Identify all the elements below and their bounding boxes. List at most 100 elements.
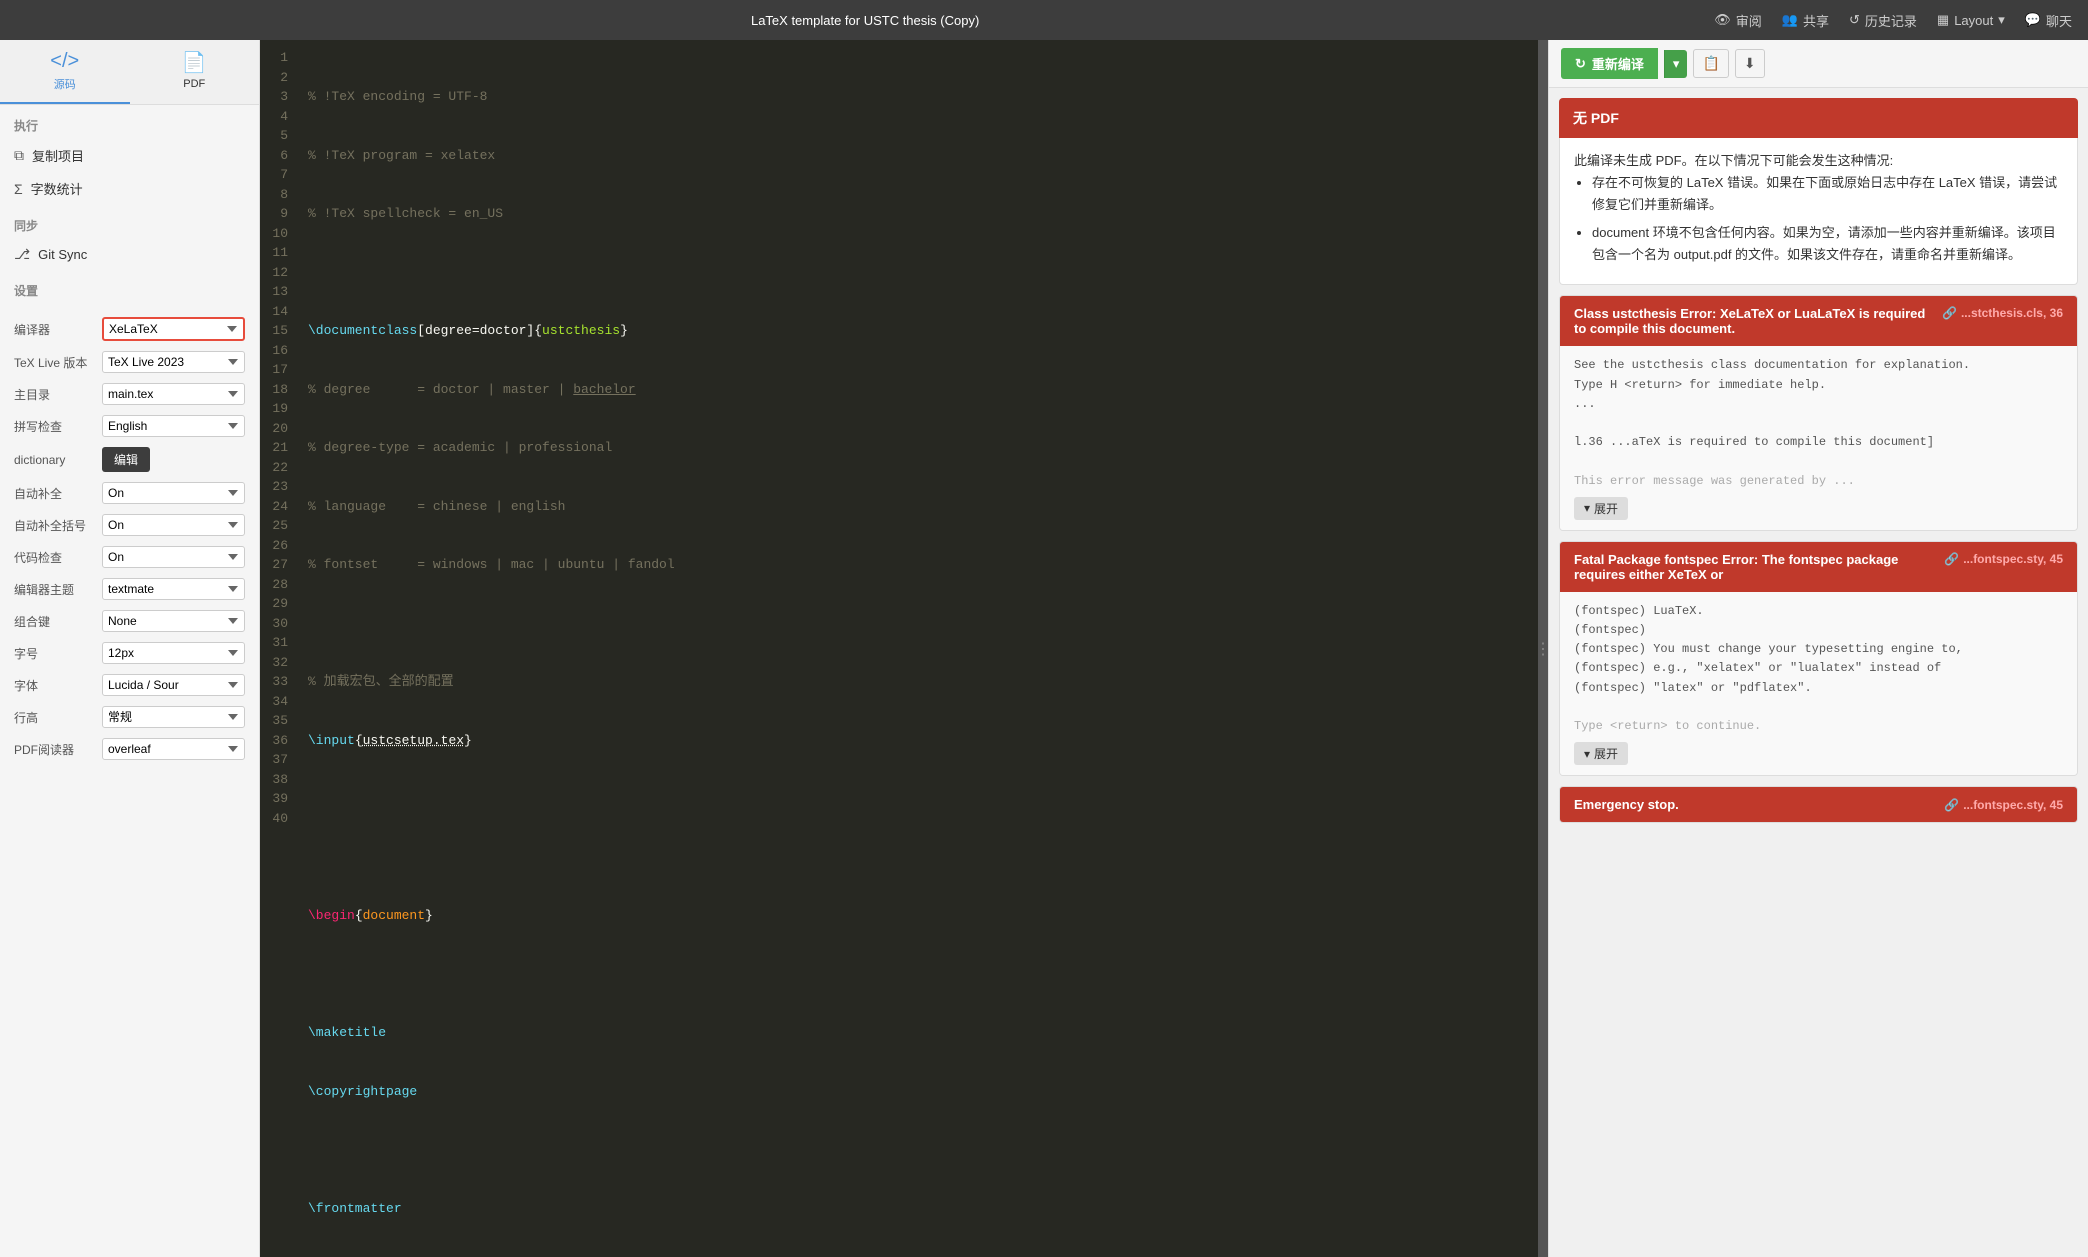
topbar-history[interactable]: ↺ 历史记录	[1849, 11, 1917, 30]
layout-label: Layout	[1954, 13, 1993, 28]
code-container: 1 2 3 4 5 6 7 8 9 10 11 12 13 14 15 16 1	[260, 40, 1538, 1257]
chevron-down-icon-2: ▾	[1584, 747, 1590, 761]
compile-button-label: 重新编译	[1592, 54, 1644, 73]
keybindings-label: 组合键	[14, 613, 94, 630]
sidebar-tab-pdf[interactable]: 📄 PDF	[130, 40, 260, 104]
texlive-select[interactable]: TeX Live 2023 TeX Live 2022	[102, 351, 245, 373]
error-body-line-5: l.36 ...aTeX is required to compile this…	[1574, 433, 2063, 452]
topbar-layout[interactable]: ▦ Layout ▾	[1937, 12, 2005, 28]
code-line-4	[308, 263, 1530, 283]
settings-row-spell: 拼写检查 English Off	[0, 410, 259, 442]
lineheight-select[interactable]: 常规 紧凑 宽松	[102, 706, 245, 728]
no-pdf-bullets: 存在不可恢复的 LaTeX 错误。如果在下面或原始日志中存在 LaTeX 错误，…	[1574, 172, 2063, 266]
line-numbers: 1 2 3 4 5 6 7 8 9 10 11 12 13 14 15 16 1	[260, 48, 300, 1257]
settings-row-keybindings: 组合键 None Vim Emacs	[0, 605, 259, 637]
history-icon: ↺	[1849, 12, 1860, 28]
document-icon-button[interactable]: 📋	[1693, 49, 1728, 78]
review-label: 审阅	[1736, 11, 1762, 30]
main-layout: </> 源码 📄 PDF 执行 ⧉ 复制项目 Σ 字数统计 同步 ⎇ Git S…	[0, 40, 2088, 1257]
error-body-line-1: See the ustcthesis class documentation f…	[1574, 356, 2063, 375]
settings-row-lineheight: 行高 常规 紧凑 宽松	[0, 701, 259, 733]
git-icon: ⎇	[14, 246, 30, 263]
copy-project-item[interactable]: ⧉ 复制项目	[0, 139, 259, 172]
autocomplete-brackets-select[interactable]: On Off	[102, 514, 245, 536]
keybindings-select[interactable]: None Vim Emacs	[102, 610, 245, 632]
code-line-18: \copyrightpage	[308, 1082, 1530, 1102]
fontsize-label: 字号	[14, 645, 94, 662]
autocomplete-select[interactable]: On Off	[102, 482, 245, 504]
topbar-review[interactable]: 👁 审阅	[1714, 11, 1762, 30]
emergency-file-ref[interactable]: 🔗 ...fontspec.sty, 45	[1944, 798, 2063, 812]
error-card-1-title: Class ustcthesis Error: XeLaTeX or LuaLa…	[1574, 306, 1932, 336]
code-line-15: \begin{document}	[308, 906, 1530, 926]
code-line-16	[308, 965, 1530, 985]
expand-label-2: 展开	[1594, 745, 1618, 762]
link-icon-2: 🔗	[1944, 552, 1959, 566]
pdfreader-select[interactable]: overleaf native	[102, 738, 245, 760]
code-line-9: % fontset = windows | mac | ubuntu | fan…	[308, 555, 1530, 575]
execute-section-label: 执行	[0, 105, 259, 139]
settings-row-code-check: 代码检查 On Off	[0, 541, 259, 573]
dict-edit-button[interactable]: 编辑	[102, 447, 150, 472]
error-card-2-title: Fatal Package fontspec Error: The fontsp…	[1574, 552, 1934, 582]
theme-select[interactable]: textmate default dracula	[102, 578, 245, 600]
layout-icon: ▦	[1937, 12, 1949, 28]
fontsize-select[interactable]: 10px 11px 12px 14px	[102, 642, 245, 664]
error2-body-line-1: (fontspec) LuaTeX.	[1574, 602, 2063, 621]
word-count-icon: Σ	[14, 181, 23, 197]
word-count-item[interactable]: Σ 字数统计	[0, 172, 259, 205]
topbar-chat[interactable]: 💬 聊天	[2025, 11, 2072, 30]
settings-row-pdfreader: PDF阅读器 overleaf native	[0, 733, 259, 765]
sync-section-label: 同步	[0, 205, 259, 239]
code-line-11: % 加载宏包、全部的配置	[308, 672, 1530, 692]
emergency-file-ref-text: ...fontspec.sty, 45	[1963, 798, 2063, 812]
sidebar-tabs: </> 源码 📄 PDF	[0, 40, 259, 105]
compiler-select[interactable]: XeLaTeX pdfLaTeX LuaLaTeX	[102, 317, 245, 341]
maindir-select[interactable]: main.tex	[102, 383, 245, 405]
code-check-select[interactable]: On Off	[102, 546, 245, 568]
spell-select[interactable]: English Off	[102, 415, 245, 437]
chat-icon: 💬	[2025, 12, 2041, 28]
no-pdf-description: 此编译未生成 PDF。在以下情况下可能会发生这种情况:	[1574, 150, 2063, 172]
error-card-2: Fatal Package fontspec Error: The fontsp…	[1559, 541, 2078, 776]
error2-body-line-2: (fontspec)	[1574, 621, 2063, 640]
emergency-card: Emergency stop. 🔗 ...fontspec.sty, 45	[1559, 786, 2078, 823]
error-card-1-expand-button[interactable]: ▾ 展开	[1574, 497, 1628, 520]
source-icon: </>	[50, 50, 79, 73]
settings-row-dict: dictionary 编辑	[0, 442, 259, 477]
editor-divider[interactable]	[1538, 40, 1548, 1257]
compile-dropdown-button[interactable]: ▾	[1664, 50, 1688, 78]
dict-label: dictionary	[14, 453, 94, 467]
spell-label: 拼写检查	[14, 418, 94, 435]
code-line-7: % degree-type = academic | professional	[308, 438, 1530, 458]
chevron-down-icon: ▾	[1673, 56, 1680, 71]
code-line-5: \documentclass[degree=doctor]{ustcthesis…	[308, 321, 1530, 341]
error-body-line-4	[1574, 414, 2063, 433]
settings-row-compiler: 编译器 XeLaTeX pdfLaTeX LuaLaTeX	[0, 312, 259, 346]
git-sync-label: Git Sync	[38, 247, 87, 262]
error-card-2-file-ref-text: ...fontspec.sty, 45	[1963, 552, 2063, 566]
pdfreader-label: PDF阅读器	[14, 741, 94, 758]
sidebar-tab-source[interactable]: </> 源码	[0, 40, 130, 104]
editor-scroll[interactable]: 1 2 3 4 5 6 7 8 9 10 11 12 13 14 15 16 1	[260, 40, 1538, 1257]
topbar-actions: 👁 审阅 👥 共享 ↺ 历史记录 ▦ Layout ▾ 💬 聊天	[1714, 11, 2072, 30]
compile-toolbar: ↻ 重新编译 ▾ 📋 ⬇	[1549, 40, 2088, 88]
error-card-2-file-ref[interactable]: 🔗 ...fontspec.sty, 45	[1944, 552, 2063, 566]
topbar-share[interactable]: 👥 共享	[1782, 11, 1829, 30]
compile-button[interactable]: ↻ 重新编译	[1561, 48, 1658, 79]
share-icon: 👥	[1782, 12, 1798, 28]
font-select[interactable]: Lucida / Sour	[102, 674, 245, 696]
settings-row-autocomplete: 自动补全 On Off	[0, 477, 259, 509]
settings-row-font: 字体 Lucida / Sour	[0, 669, 259, 701]
git-sync-item[interactable]: ⎇ Git Sync	[0, 239, 259, 270]
download-icon-button[interactable]: ⬇	[1735, 49, 1765, 78]
error-body-line-7: This error message was generated by ...	[1574, 472, 2063, 491]
code-check-label: 代码检查	[14, 549, 94, 566]
chat-label: 聊天	[2046, 11, 2072, 30]
error-card-1-file-ref[interactable]: 🔗 ...stcthesis.cls, 36	[1942, 306, 2063, 320]
lineheight-label: 行高	[14, 709, 94, 726]
code-line-13	[308, 789, 1530, 809]
error-card-2-expand-button[interactable]: ▾ 展开	[1574, 742, 1628, 765]
error-card-1-header: Class ustcthesis Error: XeLaTeX or LuaLa…	[1560, 296, 2077, 346]
maindir-label: 主目录	[14, 386, 94, 403]
